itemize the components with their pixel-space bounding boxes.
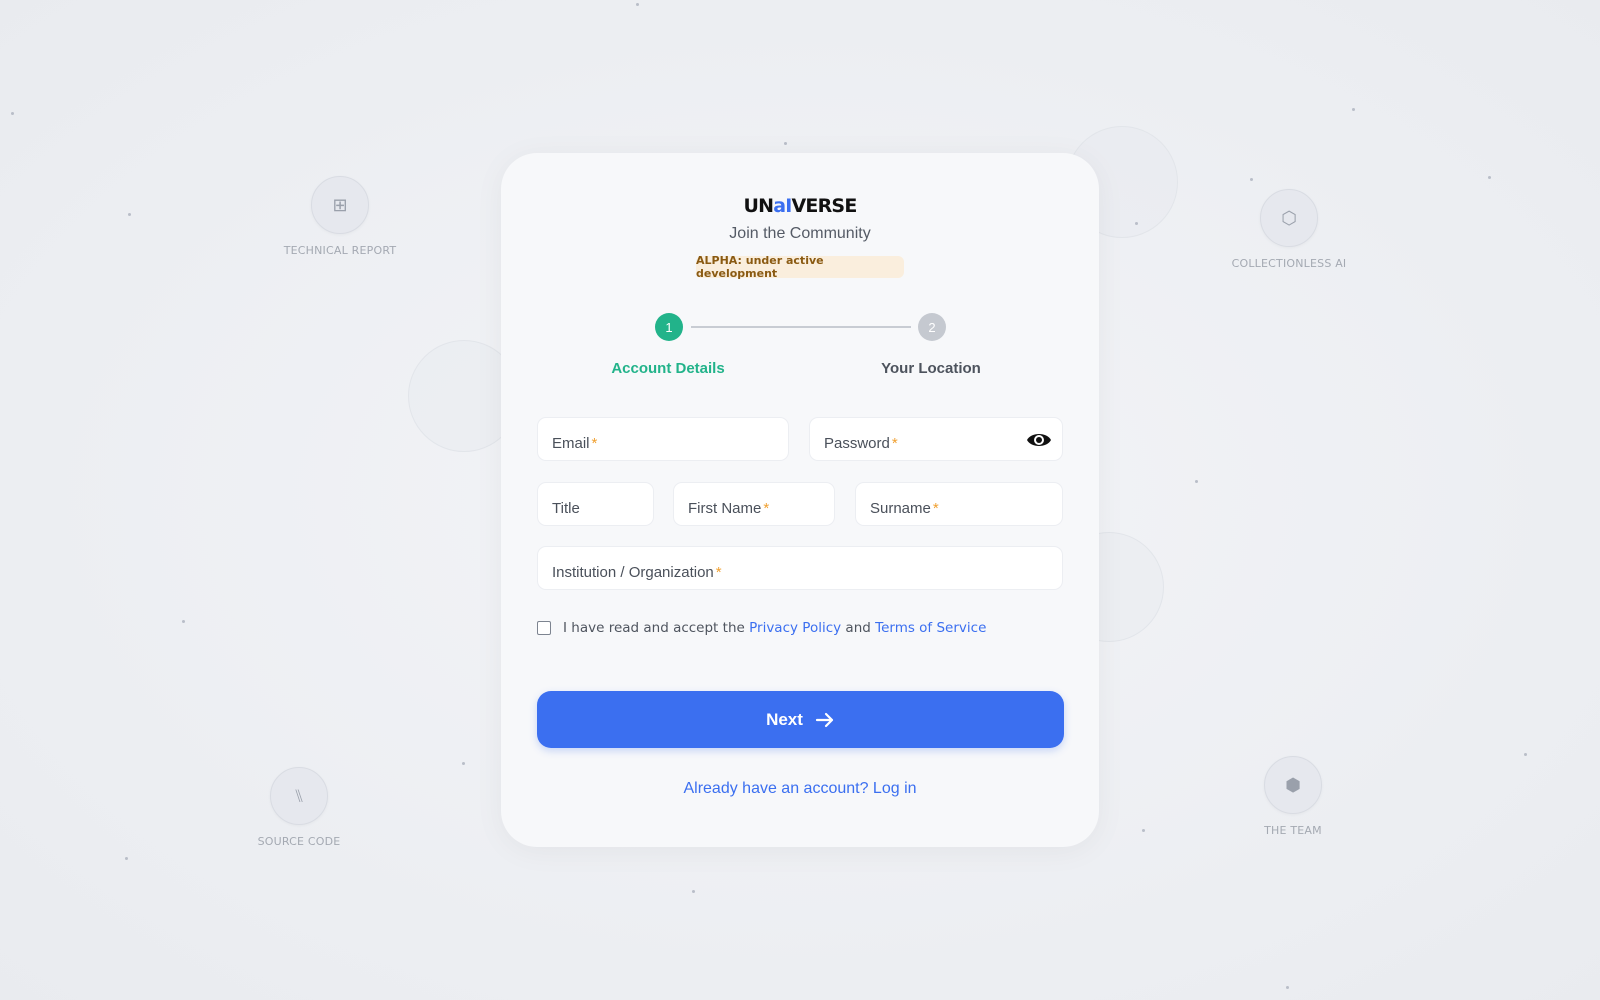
- nav-node-the-team[interactable]: ⬢ THE TEAM: [1223, 756, 1363, 837]
- background-dot: [636, 3, 639, 6]
- first-name-label: First Name: [688, 499, 762, 517]
- title-field[interactable]: Title: [537, 482, 654, 526]
- nav-node-label: THE TEAM: [1264, 824, 1322, 837]
- background-dot: [1352, 108, 1355, 111]
- privacy-policy-link[interactable]: Privacy Policy: [749, 620, 841, 636]
- nav-node-collectionless-ai[interactable]: ⬡ COLLECTIONLESS AI: [1219, 189, 1359, 270]
- background-dot: [11, 112, 14, 115]
- background-dot: [1286, 986, 1289, 989]
- background-dot: [125, 857, 128, 860]
- consent-and: and: [845, 620, 871, 636]
- signup-card: UNaIVERSE Join the Community ALPHA: unde…: [501, 153, 1099, 847]
- background-dot: [1135, 222, 1138, 225]
- login-link[interactable]: Already have an account? Log in: [501, 780, 1099, 798]
- institution-field[interactable]: Institution / Organization *: [537, 546, 1063, 590]
- nav-node-label: SOURCE CODE: [257, 835, 341, 848]
- required-marker: *: [891, 434, 898, 452]
- next-button[interactable]: Next: [537, 691, 1064, 748]
- required-marker: *: [932, 499, 939, 517]
- brand-part-verse: VERSE: [791, 195, 858, 217]
- consent-row: I have read and accept the Privacy Polic…: [537, 620, 986, 636]
- email-label: Email: [552, 434, 590, 452]
- required-marker: *: [763, 499, 770, 517]
- required-marker: *: [591, 434, 598, 452]
- background-dot: [1488, 176, 1491, 179]
- title-label: Title: [552, 499, 580, 517]
- surname-label: Surname: [870, 499, 931, 517]
- arrow-right-icon: [815, 712, 834, 727]
- brand-part-un: UN: [743, 195, 774, 217]
- brand-logo: UNaIVERSE: [501, 195, 1099, 217]
- background-dot: [1142, 829, 1145, 832]
- code-icon: ⑊: [270, 767, 328, 825]
- step-1-indicator: 1: [655, 313, 683, 341]
- consent-text: I have read and accept the Privacy Polic…: [563, 620, 986, 636]
- background-dot: [784, 142, 787, 145]
- background-dot: [462, 762, 465, 765]
- terms-of-service-link[interactable]: Terms of Service: [875, 620, 986, 636]
- password-label: Password: [824, 434, 890, 452]
- hexagon-outline-icon: ⬡: [1260, 189, 1318, 247]
- step-2-indicator: 2: [918, 313, 946, 341]
- alpha-badge: ALPHA: under active development: [696, 254, 904, 280]
- background-dot: [1195, 480, 1198, 483]
- background-dot: [1524, 753, 1527, 756]
- password-field[interactable]: Password *: [809, 417, 1063, 461]
- brand-part-ai: aI: [773, 195, 792, 217]
- background-dot: [182, 620, 185, 623]
- page-subtitle: Join the Community: [729, 225, 871, 242]
- eye-icon[interactable]: [1026, 430, 1052, 450]
- grid-icon: ⊞: [311, 176, 369, 234]
- required-marker: *: [715, 563, 722, 581]
- next-button-label: Next: [766, 709, 803, 729]
- nav-node-label: TECHNICAL REPORT: [283, 244, 397, 257]
- first-name-field[interactable]: First Name *: [673, 482, 835, 526]
- nav-node-source-code[interactable]: ⑊ SOURCE CODE: [229, 767, 369, 848]
- surname-field[interactable]: Surname *: [855, 482, 1063, 526]
- hexagon-icon: ⬢: [1264, 756, 1322, 814]
- email-field[interactable]: Email *: [537, 417, 789, 461]
- consent-prefix: I have read and accept the: [563, 620, 745, 636]
- background-dot: [128, 213, 131, 216]
- background-dot: [1250, 178, 1253, 181]
- step-2-label: Your Location: [881, 360, 981, 377]
- terms-checkbox[interactable]: [537, 621, 551, 635]
- step-1-label: Account Details: [611, 360, 725, 377]
- nav-node-label: COLLECTIONLESS AI: [1231, 257, 1347, 270]
- nav-node-technical-report[interactable]: ⊞ TECHNICAL REPORT: [270, 176, 410, 257]
- institution-label: Institution / Organization: [552, 563, 714, 581]
- stepper-line: [691, 326, 911, 328]
- background-dot: [692, 890, 695, 893]
